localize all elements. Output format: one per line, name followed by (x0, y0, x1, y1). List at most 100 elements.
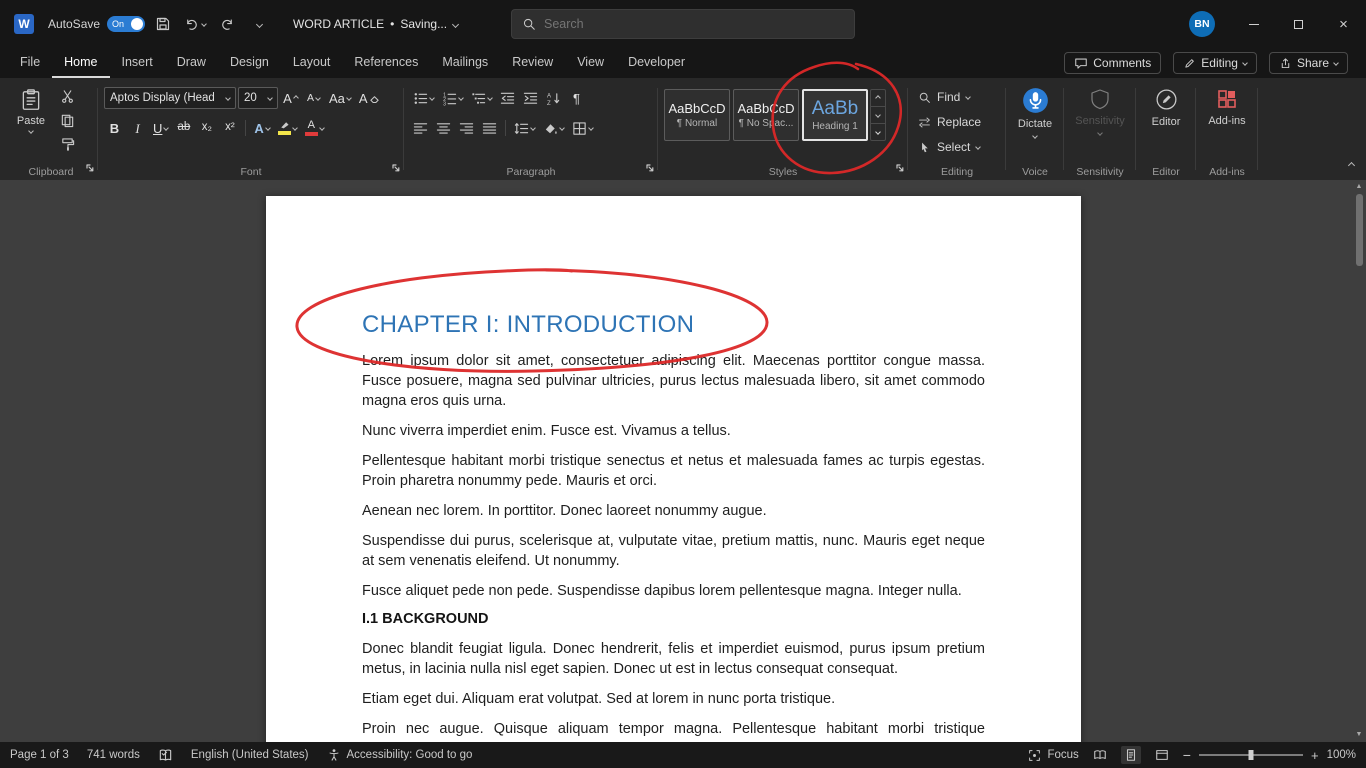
paragraph[interactable]: Lorem ipsum dolor sit amet, consectetuer… (362, 351, 985, 411)
share-button[interactable]: Share (1268, 52, 1348, 74)
styles-scroll-up-button[interactable] (871, 90, 885, 106)
tab-layout[interactable]: Layout (281, 48, 343, 78)
document-title-area[interactable]: WORD ARTICLE • Saving... (293, 17, 460, 31)
tab-file[interactable]: File (8, 48, 52, 78)
text-effects-button[interactable]: A (251, 117, 272, 139)
replace-button[interactable]: Replace (914, 111, 1000, 133)
tab-developer[interactable]: Developer (616, 48, 697, 78)
scroll-up-arrow[interactable]: ▲ (1356, 183, 1363, 191)
vertical-scrollbar[interactable]: ▲ ▼ (1353, 183, 1365, 739)
scroll-down-arrow[interactable]: ▼ (1356, 731, 1363, 739)
autosave-toggle[interactable]: On (107, 16, 146, 32)
comments-button[interactable]: Comments (1064, 52, 1162, 74)
format-painter-button[interactable] (56, 134, 78, 155)
shrink-font-button[interactable]: A (303, 87, 324, 109)
editing-mode-button[interactable]: Editing (1173, 52, 1257, 74)
clear-formatting-button[interactable]: A (356, 87, 382, 109)
strikethrough-button[interactable]: ab (173, 117, 194, 139)
bullets-button[interactable] (410, 87, 437, 109)
undo-button[interactable] (181, 9, 209, 39)
focus-mode-button[interactable]: Focus (1028, 749, 1079, 762)
minimize-button[interactable] (1231, 0, 1276, 48)
copy-button[interactable] (56, 110, 78, 131)
sensitivity-button[interactable]: Sensitivity (1075, 87, 1125, 136)
shading-button[interactable] (540, 117, 567, 139)
user-avatar[interactable]: BN (1189, 11, 1215, 37)
search-box[interactable] (511, 9, 855, 39)
print-layout-button[interactable] (1120, 746, 1141, 764)
align-left-button[interactable] (410, 117, 431, 139)
paste-button[interactable]: Paste (10, 83, 52, 155)
word-logo-icon[interactable]: W (14, 14, 34, 34)
tab-home[interactable]: Home (52, 48, 110, 78)
paragraph[interactable]: Suspendisse dui purus, scelerisque at, v… (362, 531, 985, 571)
font-color-button[interactable]: A (302, 117, 327, 139)
sort-button[interactable]: AZ (543, 87, 564, 109)
zoom-slider[interactable] (1198, 750, 1303, 760)
document-subheading[interactable]: I.1 BACKGROUND (362, 611, 985, 627)
grow-font-button[interactable]: A (280, 87, 301, 109)
style-heading-1[interactable]: AaBb Heading 1 (802, 89, 868, 141)
read-mode-button[interactable] (1090, 746, 1110, 764)
tab-design[interactable]: Design (218, 48, 281, 78)
paragraph[interactable]: Etiam eget dui. Aliquam erat volutpat. S… (362, 689, 985, 709)
paragraph[interactable]: Nunc viverra imperdiet enim. Fusce est. … (362, 421, 985, 441)
quick-access-overflow-button[interactable] (245, 9, 273, 39)
bold-button[interactable]: B (104, 117, 125, 139)
decrease-indent-button[interactable] (497, 87, 518, 109)
borders-button[interactable] (569, 117, 596, 139)
numbering-button[interactable]: 123 (439, 87, 466, 109)
cut-button[interactable] (56, 86, 78, 107)
document-heading[interactable]: CHAPTER I: INTRODUCTION (362, 311, 985, 339)
paragraph[interactable]: Donec blandit feugiat ligula. Donec hend… (362, 639, 985, 679)
paragraph[interactable]: Pellentesque habitant morbi tristique se… (362, 451, 985, 491)
align-center-button[interactable] (433, 117, 454, 139)
paragraph[interactable]: Aenean nec lorem. In porttitor. Donec la… (362, 501, 985, 521)
styles-scroll-down-button[interactable] (871, 106, 885, 123)
multilevel-list-button[interactable] (468, 87, 495, 109)
dictate-button[interactable]: Dictate (1018, 87, 1052, 139)
justify-button[interactable] (479, 117, 500, 139)
accessibility-status[interactable]: Accessibility: Good to go (327, 748, 472, 762)
select-button[interactable]: Select (914, 136, 1000, 158)
addins-button[interactable]: Add-ins (1208, 87, 1246, 127)
tab-references[interactable]: References (342, 48, 430, 78)
underline-button[interactable]: U (150, 117, 171, 139)
collapse-ribbon-button[interactable] (1347, 155, 1356, 173)
redo-button[interactable] (213, 9, 241, 39)
highlight-color-button[interactable] (275, 117, 300, 139)
font-name-combobox[interactable]: Aptos Display (Head (104, 87, 236, 109)
maximize-button[interactable] (1276, 0, 1321, 48)
superscript-button[interactable]: x² (219, 117, 240, 139)
styles-dialog-launcher[interactable] (896, 159, 904, 177)
language-indicator[interactable]: English (United States) (191, 749, 309, 761)
search-input[interactable] (544, 17, 844, 31)
zoom-slider-thumb[interactable] (1248, 750, 1254, 760)
align-right-button[interactable] (456, 117, 477, 139)
show-paragraph-marks-button[interactable]: ¶ (566, 87, 587, 109)
editor-button[interactable]: Editor (1152, 87, 1180, 128)
paragraph[interactable]: Proin nec augue. Quisque aliquam tempor … (362, 719, 985, 742)
proofing-status[interactable] (158, 748, 173, 763)
italic-button[interactable]: I (127, 117, 148, 139)
document-page[interactable]: CHAPTER I: INTRODUCTION Lorem ipsum dolo… (266, 196, 1081, 742)
paragraph-dialog-launcher[interactable] (646, 159, 654, 177)
tab-mailings[interactable]: Mailings (430, 48, 500, 78)
zoom-in-button[interactable]: + (1311, 748, 1319, 763)
clipboard-dialog-launcher[interactable] (86, 159, 94, 177)
close-button[interactable]: × (1321, 0, 1366, 48)
tab-insert[interactable]: Insert (110, 48, 165, 78)
tab-review[interactable]: Review (500, 48, 565, 78)
style-no-spacing[interactable]: AaBbCcD ¶ No Spac... (733, 89, 799, 141)
word-count[interactable]: 741 words (87, 749, 140, 761)
scrollbar-thumb[interactable] (1355, 194, 1363, 266)
styles-more-button[interactable] (871, 123, 885, 140)
zoom-level[interactable]: 100% (1327, 749, 1356, 761)
font-dialog-launcher[interactable] (392, 159, 400, 177)
line-spacing-button[interactable] (511, 117, 538, 139)
increase-indent-button[interactable] (520, 87, 541, 109)
font-size-combobox[interactable]: 20 (238, 87, 278, 109)
save-button[interactable] (149, 9, 177, 39)
tab-view[interactable]: View (565, 48, 616, 78)
zoom-out-button[interactable]: − (1183, 747, 1191, 763)
